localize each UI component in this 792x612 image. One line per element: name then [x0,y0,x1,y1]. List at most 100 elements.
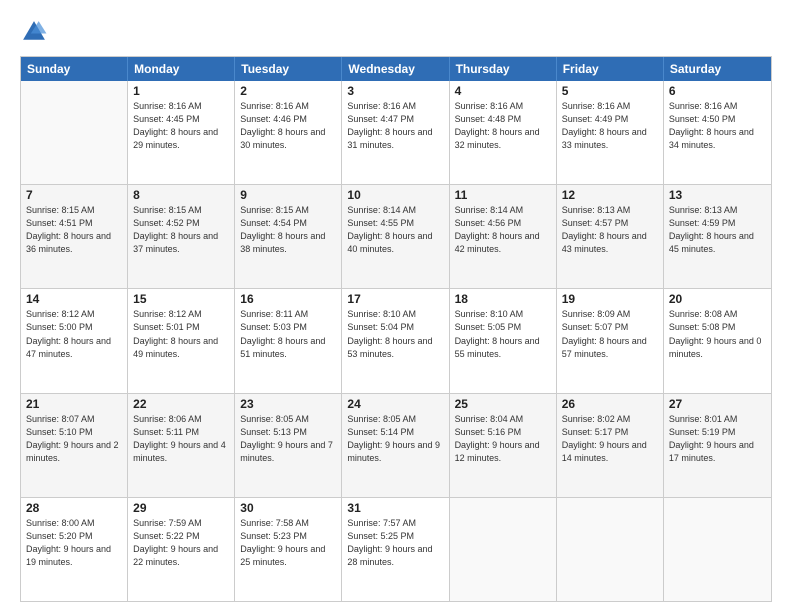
calendar-cell: 5 Sunrise: 8:16 AMSunset: 4:49 PMDaylight… [557,81,664,184]
day-header-tuesday: Tuesday [235,57,342,81]
sun-info: Sunrise: 8:16 AMSunset: 4:47 PMDaylight:… [347,100,443,152]
day-number: 21 [26,397,122,411]
calendar-week-1: 1 Sunrise: 8:16 AMSunset: 4:45 PMDaylight… [21,81,771,184]
day-number: 19 [562,292,658,306]
day-number: 7 [26,188,122,202]
sun-info: Sunrise: 8:08 AMSunset: 5:08 PMDaylight:… [669,308,766,360]
sun-info: Sunrise: 8:15 AMSunset: 4:54 PMDaylight:… [240,204,336,256]
calendar-cell [664,498,771,601]
day-number: 20 [669,292,766,306]
sun-info: Sunrise: 8:15 AMSunset: 4:51 PMDaylight:… [26,204,122,256]
day-header-sunday: Sunday [21,57,128,81]
sun-info: Sunrise: 7:58 AMSunset: 5:23 PMDaylight:… [240,517,336,569]
calendar-cell: 11Sunrise: 8:14 AMSunset: 4:56 PMDayligh… [450,185,557,288]
sun-info: Sunrise: 8:01 AMSunset: 5:19 PMDaylight:… [669,413,766,465]
sun-info: Sunrise: 8:13 AMSunset: 4:59 PMDaylight:… [669,204,766,256]
calendar-cell: 8 Sunrise: 8:15 AMSunset: 4:52 PMDaylight… [128,185,235,288]
day-header-thursday: Thursday [450,57,557,81]
day-number: 9 [240,188,336,202]
day-header-saturday: Saturday [664,57,771,81]
calendar-cell: 26Sunrise: 8:02 AMSunset: 5:17 PMDayligh… [557,394,664,497]
calendar-cell: 21 Sunrise: 8:07 AMSunset: 5:10 PMDayligh… [21,394,128,497]
day-number: 10 [347,188,443,202]
day-number: 2 [240,84,336,98]
sun-info: Sunrise: 8:16 AMSunset: 4:50 PMDaylight:… [669,100,766,152]
calendar-cell: 10 Sunrise: 8:14 AMSunset: 4:55 PMDayligh… [342,185,449,288]
calendar: SundayMondayTuesdayWednesdayThursdayFrid… [20,56,772,602]
day-number: 18 [455,292,551,306]
calendar-cell: 29 Sunrise: 7:59 AMSunset: 5:22 PMDayligh… [128,498,235,601]
day-number: 4 [455,84,551,98]
sun-info: Sunrise: 8:13 AMSunset: 4:57 PMDaylight:… [562,204,658,256]
day-number: 17 [347,292,443,306]
sun-info: Sunrise: 8:06 AMSunset: 5:11 PMDaylight:… [133,413,229,465]
day-number: 16 [240,292,336,306]
calendar-cell: 13 Sunrise: 8:13 AMSunset: 4:59 PMDayligh… [664,185,771,288]
calendar-week-4: 21 Sunrise: 8:07 AMSunset: 5:10 PMDayligh… [21,393,771,497]
day-number: 5 [562,84,658,98]
sun-info: Sunrise: 8:12 AMSunset: 5:00 PMDaylight:… [26,308,122,360]
sun-info: Sunrise: 7:59 AMSunset: 5:22 PMDaylight:… [133,517,229,569]
logo-icon [20,18,48,46]
day-number: 24 [347,397,443,411]
calendar-cell [450,498,557,601]
calendar-header: SundayMondayTuesdayWednesdayThursdayFrid… [21,57,771,81]
day-number: 14 [26,292,122,306]
calendar-cell: 12Sunrise: 8:13 AMSunset: 4:57 PMDayligh… [557,185,664,288]
day-header-wednesday: Wednesday [342,57,449,81]
calendar-cell: 1 Sunrise: 8:16 AMSunset: 4:45 PMDaylight… [128,81,235,184]
sun-info: Sunrise: 8:11 AMSunset: 5:03 PMDaylight:… [240,308,336,360]
day-number: 22 [133,397,229,411]
sun-info: Sunrise: 8:10 AMSunset: 5:05 PMDaylight:… [455,308,551,360]
calendar-cell: 9 Sunrise: 8:15 AMSunset: 4:54 PMDaylight… [235,185,342,288]
sun-info: Sunrise: 8:05 AMSunset: 5:14 PMDaylight:… [347,413,443,465]
sun-info: Sunrise: 8:16 AMSunset: 4:49 PMDaylight:… [562,100,658,152]
calendar-cell [21,81,128,184]
calendar-cell: 7 Sunrise: 8:15 AMSunset: 4:51 PMDaylight… [21,185,128,288]
calendar-cell: 17 Sunrise: 8:10 AMSunset: 5:04 PMDayligh… [342,289,449,392]
day-number: 26 [562,397,658,411]
calendar-cell: 31 Sunrise: 7:57 AMSunset: 5:25 PMDayligh… [342,498,449,601]
day-number: 13 [669,188,766,202]
calendar-cell: 14 Sunrise: 8:12 AMSunset: 5:00 PMDayligh… [21,289,128,392]
day-number: 30 [240,501,336,515]
day-number: 11 [455,188,551,202]
day-number: 27 [669,397,766,411]
calendar-cell: 30 Sunrise: 7:58 AMSunset: 5:23 PMDayligh… [235,498,342,601]
calendar-cell: 15Sunrise: 8:12 AMSunset: 5:01 PMDayligh… [128,289,235,392]
day-number: 25 [455,397,551,411]
day-number: 28 [26,501,122,515]
calendar-cell: 27 Sunrise: 8:01 AMSunset: 5:19 PMDayligh… [664,394,771,497]
day-number: 23 [240,397,336,411]
page: SundayMondayTuesdayWednesdayThursdayFrid… [0,0,792,612]
calendar-cell: 2 Sunrise: 8:16 AMSunset: 4:46 PMDaylight… [235,81,342,184]
sun-info: Sunrise: 8:05 AMSunset: 5:13 PMDaylight:… [240,413,336,465]
calendar-cell: 19Sunrise: 8:09 AMSunset: 5:07 PMDayligh… [557,289,664,392]
calendar-cell: 22 Sunrise: 8:06 AMSunset: 5:11 PMDayligh… [128,394,235,497]
sun-info: Sunrise: 8:16 AMSunset: 4:46 PMDaylight:… [240,100,336,152]
sun-info: Sunrise: 8:07 AMSunset: 5:10 PMDaylight:… [26,413,122,465]
day-number: 31 [347,501,443,515]
calendar-week-3: 14 Sunrise: 8:12 AMSunset: 5:00 PMDayligh… [21,288,771,392]
calendar-cell: 6Sunrise: 8:16 AMSunset: 4:50 PMDaylight… [664,81,771,184]
logo [20,18,52,46]
day-number: 15 [133,292,229,306]
calendar-body: 1 Sunrise: 8:16 AMSunset: 4:45 PMDaylight… [21,81,771,601]
sun-info: Sunrise: 8:10 AMSunset: 5:04 PMDaylight:… [347,308,443,360]
sun-info: Sunrise: 8:04 AMSunset: 5:16 PMDaylight:… [455,413,551,465]
sun-info: Sunrise: 8:15 AMSunset: 4:52 PMDaylight:… [133,204,229,256]
calendar-cell: 18 Sunrise: 8:10 AMSunset: 5:05 PMDayligh… [450,289,557,392]
day-number: 29 [133,501,229,515]
sun-info: Sunrise: 8:16 AMSunset: 4:45 PMDaylight:… [133,100,229,152]
calendar-cell [557,498,664,601]
sun-info: Sunrise: 8:16 AMSunset: 4:48 PMDaylight:… [455,100,551,152]
sun-info: Sunrise: 7:57 AMSunset: 5:25 PMDaylight:… [347,517,443,569]
day-number: 1 [133,84,229,98]
calendar-week-5: 28 Sunrise: 8:00 AMSunset: 5:20 PMDayligh… [21,497,771,601]
sun-info: Sunrise: 8:00 AMSunset: 5:20 PMDaylight:… [26,517,122,569]
day-number: 3 [347,84,443,98]
sun-info: Sunrise: 8:14 AMSunset: 4:55 PMDaylight:… [347,204,443,256]
day-number: 8 [133,188,229,202]
calendar-cell: 3 Sunrise: 8:16 AMSunset: 4:47 PMDaylight… [342,81,449,184]
calendar-cell: 23 Sunrise: 8:05 AMSunset: 5:13 PMDayligh… [235,394,342,497]
